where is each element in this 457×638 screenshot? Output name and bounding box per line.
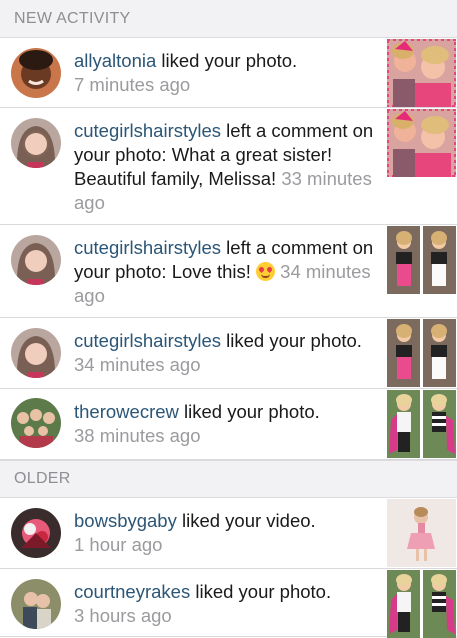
notification-text: cutegirlshairstyles left a comment on yo…	[74, 120, 374, 213]
list-item[interactable]: courtneyrakes liked your photo. 3 hours …	[0, 569, 457, 638]
notification-text: cutegirlshairstyles liked your photo. 34…	[74, 330, 362, 375]
section-title-older: OLDER	[14, 470, 71, 487]
section-title-new-activity: NEW ACTIVITY	[14, 9, 131, 27]
avatar-allyaltonia[interactable]	[11, 48, 61, 98]
avatar-bowsbygaby[interactable]	[11, 508, 61, 558]
notification-text: cutegirlshairstyles left a comment on yo…	[74, 237, 374, 306]
timestamp: 1 hour ago	[74, 534, 163, 555]
username-link[interactable]: cutegirlshairstyles	[74, 237, 221, 258]
username-link[interactable]: therowecrew	[74, 401, 179, 422]
username-link[interactable]: bowsbygaby	[74, 510, 177, 531]
notification-text: courtneyrakes liked your photo. 3 hours …	[74, 581, 332, 626]
avatar-cutegirlshairstyles[interactable]	[11, 235, 61, 285]
notification-text: allyaltonia liked your photo. 7 minutes …	[74, 50, 298, 95]
heart-eyes-emoji-icon	[256, 262, 276, 281]
notification-text: bowsbygaby liked your video. 1 hour ago	[74, 510, 316, 555]
timestamp: 3 hours ago	[74, 605, 172, 626]
timestamp: 7 minutes ago	[74, 74, 191, 95]
username-link[interactable]: cutegirlshairstyles	[74, 330, 221, 351]
photo-thumbnail[interactable]	[387, 109, 456, 177]
username-link[interactable]: cutegirlshairstyles	[74, 120, 221, 141]
list-item[interactable]: therowecrew liked your photo. 38 minutes…	[0, 389, 457, 460]
photo-thumbnail[interactable]	[387, 39, 456, 107]
username-link[interactable]: courtneyrakes	[74, 581, 190, 602]
avatar-cutegirlshairstyles[interactable]	[11, 118, 61, 168]
list-item[interactable]: allyaltonia liked your photo. 7 minutes …	[0, 38, 457, 108]
list-item[interactable]: bowsbygaby liked your video. 1 hour ago	[0, 498, 457, 569]
username-link[interactable]: allyaltonia	[74, 50, 156, 71]
section-header-older: OLDER	[0, 460, 457, 498]
photo-thumbnail[interactable]	[387, 319, 456, 387]
avatar-cutegirlshairstyles[interactable]	[11, 328, 61, 378]
video-thumbnail[interactable]	[387, 499, 456, 567]
photo-thumbnail[interactable]	[387, 226, 456, 294]
photo-thumbnail[interactable]	[387, 570, 456, 638]
photo-thumbnail[interactable]	[387, 390, 456, 458]
timestamp: 34 minutes ago	[74, 354, 201, 375]
avatar-courtneyrakes[interactable]	[11, 579, 61, 629]
list-item[interactable]: cutegirlshairstyles liked your photo. 34…	[0, 318, 457, 389]
timestamp: 38 minutes ago	[74, 425, 201, 446]
section-header-new-activity: NEW ACTIVITY	[0, 0, 457, 38]
avatar-therowecrew[interactable]	[11, 398, 61, 448]
list-item[interactable]: cutegirlshairstyles left a comment on yo…	[0, 225, 457, 318]
list-item[interactable]: cutegirlshairstyles left a comment on yo…	[0, 108, 457, 225]
notification-text: therowecrew liked your photo. 38 minutes…	[74, 401, 320, 446]
